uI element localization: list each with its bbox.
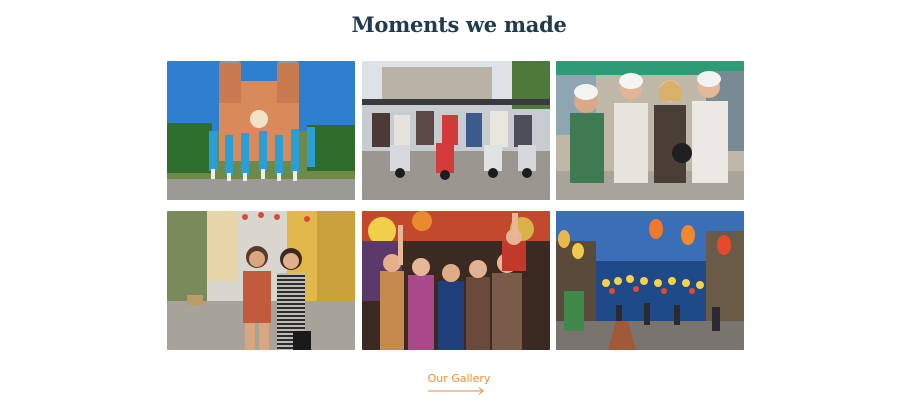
street-women-photo[interactable] bbox=[167, 211, 355, 350]
lantern-street-photo[interactable] bbox=[556, 211, 744, 350]
helmet-friends-photo[interactable] bbox=[556, 61, 744, 200]
photo-gallery-grid bbox=[167, 61, 744, 351]
cathedral-group-photo[interactable] bbox=[167, 61, 355, 200]
arrow-right-icon[interactable] bbox=[428, 386, 486, 396]
section-title: Moments we made bbox=[351, 12, 567, 37]
motorbike-group-photo[interactable] bbox=[362, 61, 550, 200]
party-group-photo[interactable] bbox=[362, 211, 550, 350]
our-gallery-link[interactable]: Our Gallery bbox=[0, 372, 918, 385]
